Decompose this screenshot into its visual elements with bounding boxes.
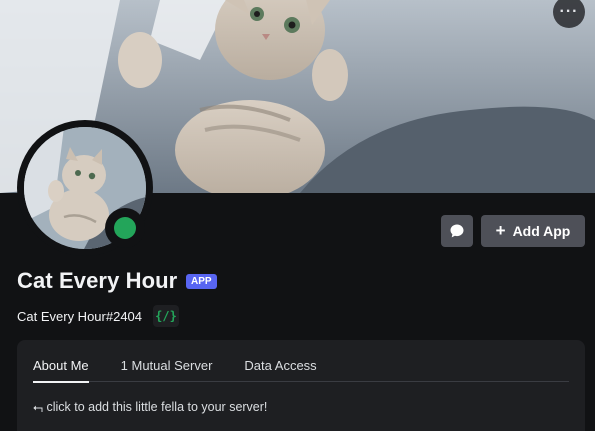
app-badge: APP: [186, 274, 217, 289]
plus-icon: +: [495, 220, 506, 240]
status-indicator: [105, 208, 145, 248]
developer-badge-icon[interactable]: {/}: [153, 305, 179, 327]
add-app-button[interactable]: + Add App: [481, 215, 585, 247]
ellipsis-icon: ···: [559, 3, 579, 20]
profile-panel: About Me 1 Mutual Server Data Access ⮢ c…: [17, 340, 585, 431]
display-name: Cat Every Hour: [17, 268, 178, 293]
about-me-text: ⮢ click to add this little fella to your…: [33, 400, 268, 414]
tab-data-access[interactable]: Data Access: [244, 340, 316, 382]
chat-bubble-icon: [450, 224, 464, 238]
tab-about-me[interactable]: About Me: [33, 340, 89, 383]
add-app-label: Add App: [512, 223, 571, 239]
profile-tabs: About Me 1 Mutual Server Data Access: [33, 340, 569, 383]
online-status-dot: [114, 217, 136, 239]
username[interactable]: Cat Every Hour#2404: [17, 309, 142, 324]
tab-mutual-servers[interactable]: 1 Mutual Server: [121, 340, 213, 382]
message-button[interactable]: [441, 215, 473, 247]
